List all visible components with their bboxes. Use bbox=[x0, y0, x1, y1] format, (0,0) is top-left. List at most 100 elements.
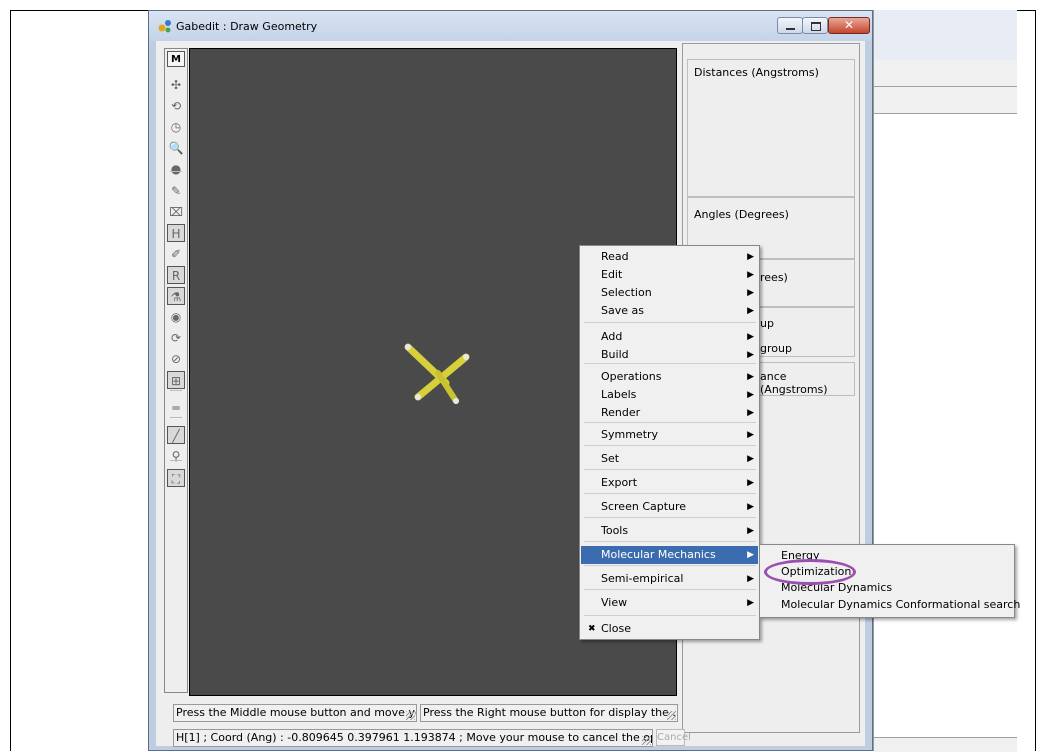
hydrogen-atom bbox=[463, 354, 469, 360]
title-bar[interactable]: Gabedit : Draw Geometry ✕ bbox=[149, 11, 872, 41]
submenu-item-molecular-dynamics-conformational-search[interactable]: Molecular Dynamics Conformational search bbox=[761, 597, 1020, 613]
menu-item-screen-capture[interactable]: Screen Capture ▶ bbox=[581, 498, 758, 516]
menu-item-label: Edit bbox=[601, 268, 623, 281]
tool-scale-button[interactable]: ● bbox=[167, 160, 185, 178]
submenu-arrow-icon: ▶ bbox=[747, 478, 754, 488]
menu-item-label: Selection bbox=[601, 286, 652, 299]
menu-item-label: Tools bbox=[601, 524, 629, 537]
tool-rotate-fragment-button[interactable]: ⟳ bbox=[167, 329, 185, 347]
scale-icon: ● bbox=[170, 162, 182, 176]
submenu-arrow-icon: ▶ bbox=[747, 252, 754, 262]
tool-ball-stick-button[interactable]: ⚲ bbox=[167, 447, 185, 465]
menu-item-molecular-mechanics[interactable]: Molecular Mechanics ▶ bbox=[581, 546, 758, 564]
zoom-icon: 🔍 bbox=[168, 141, 184, 155]
tool-draw-button[interactable]: ✎ bbox=[167, 182, 185, 200]
menu-item-export[interactable]: Export ▶ bbox=[581, 474, 758, 492]
submenu-arrow-icon: ▶ bbox=[747, 332, 754, 342]
gabedit-app-icon bbox=[158, 20, 171, 33]
hydrogen-icon: H bbox=[171, 227, 181, 241]
menu-separator bbox=[584, 565, 756, 566]
delete-icon: ⌧ bbox=[169, 205, 183, 219]
maximize-button[interactable] bbox=[802, 17, 828, 34]
submenu-arrow-icon: ▶ bbox=[747, 306, 754, 316]
menu-item-operations[interactable]: Operations ▶ bbox=[581, 368, 758, 386]
submenu-arrow-icon: ▶ bbox=[747, 270, 754, 280]
menu-item-selection[interactable]: Selection ▶ bbox=[581, 284, 758, 302]
menu-item-save-as[interactable]: Save as ▶ bbox=[581, 302, 758, 320]
annotation-circle bbox=[764, 559, 856, 585]
left-toolbar: M ✣ ⟲ ◷ 🔍 ● ✎ ⌧ H ✐ R ⚗ ◉ ⟳ ⊘ ⊞ ═ ╱ ⚲ ⛶ bbox=[164, 48, 188, 693]
tool-delete-fragment-button[interactable]: ⊘ bbox=[167, 350, 185, 368]
submenu-arrow-icon: ▶ bbox=[747, 454, 754, 464]
menu-item-labels[interactable]: Labels ▶ bbox=[581, 386, 758, 404]
tool-insert-fragment-button[interactable]: ◉ bbox=[167, 308, 185, 326]
minimize-button[interactable] bbox=[777, 17, 803, 34]
background-window-menubar bbox=[874, 60, 1017, 87]
tool-edit-object-button[interactable]: ✐ bbox=[167, 245, 185, 263]
cancel-button[interactable]: Cancel bbox=[656, 729, 691, 746]
angles-label: Angles (Degrees) bbox=[694, 208, 789, 221]
close-window-button[interactable]: ✕ bbox=[828, 17, 870, 34]
menu-separator bbox=[584, 541, 756, 542]
menu-separator bbox=[584, 615, 756, 616]
tool-delete-button[interactable]: ⌧ bbox=[167, 203, 185, 221]
submenu-arrow-icon: ▶ bbox=[747, 350, 754, 360]
tool-replace-button[interactable]: R bbox=[167, 266, 185, 284]
fullscreen-icon: ⛶ bbox=[171, 472, 181, 486]
background-window-toolbar bbox=[874, 87, 1017, 114]
move-fragment-icon: ⊞ bbox=[170, 374, 182, 388]
tool-stick-mode-button[interactable]: ╱ bbox=[167, 426, 185, 444]
menu-separator bbox=[584, 589, 756, 590]
edit-object-icon: ✐ bbox=[170, 247, 182, 261]
menu-item-label: Render bbox=[601, 406, 641, 419]
submenu-arrow-icon: ▶ bbox=[747, 502, 754, 512]
window-title: Gabedit : Draw Geometry bbox=[176, 20, 318, 33]
status-coordinates: H[1] ; Coord (Ang) : -0.809645 0.397961 … bbox=[173, 729, 653, 747]
distances-frame: Distances (Angstroms) bbox=[687, 59, 855, 197]
menu-item-label: Semi-empirical bbox=[601, 572, 684, 585]
distances-label: Distances (Angstroms) bbox=[694, 66, 819, 79]
menu-item-set[interactable]: Set ▶ bbox=[581, 450, 758, 468]
mode-toggle-button[interactable]: M bbox=[167, 51, 185, 67]
tool-atom-fragment-button[interactable]: ⚗ bbox=[167, 287, 185, 305]
submenu-arrow-icon: ▶ bbox=[747, 550, 754, 560]
status-right-hint-text: Press the Right mouse button for display… bbox=[423, 706, 678, 719]
menu-item-tools[interactable]: Tools ▶ bbox=[581, 522, 758, 540]
menu-item-build[interactable]: Build ▶ bbox=[581, 346, 758, 364]
resize-grip-icon bbox=[667, 711, 676, 720]
menu-item-render[interactable]: Render ▶ bbox=[581, 404, 758, 422]
tool-translate-button[interactable]: ✣ bbox=[167, 76, 185, 94]
toolbar-separator bbox=[170, 390, 182, 391]
menu-item-label: Labels bbox=[601, 388, 637, 401]
menu-item-symmetry[interactable]: Symmetry ▶ bbox=[581, 426, 758, 444]
menu-item-view[interactable]: View ▶ bbox=[581, 594, 758, 612]
menu-item-label: Set bbox=[601, 452, 620, 465]
draw-icon: ✎ bbox=[170, 184, 182, 198]
background-window-titlebar bbox=[874, 10, 1017, 60]
tool-bond-button[interactable]: ═ bbox=[167, 399, 185, 417]
atom-fragment-icon: ⚗ bbox=[170, 290, 182, 304]
menu-item-label: Operations bbox=[601, 370, 662, 383]
translate-icon: ✣ bbox=[170, 78, 182, 92]
hydrogen-atom bbox=[405, 344, 411, 350]
distance-label: ance (Angstroms) bbox=[760, 370, 828, 396]
submenu-arrow-icon: ▶ bbox=[747, 526, 754, 536]
background-window bbox=[873, 10, 1017, 752]
close-icon: ✖ bbox=[588, 624, 596, 634]
menu-item-read[interactable]: Read ▶ bbox=[581, 248, 758, 266]
status-middle-hint-text: Press the Middle mouse button and move y… bbox=[176, 706, 417, 719]
delete-fragment-icon: ⊘ bbox=[170, 352, 182, 366]
tool-hydrogen-button[interactable]: H bbox=[167, 224, 185, 242]
menu-item-semi-empirical[interactable]: Semi-empirical ▶ bbox=[581, 570, 758, 588]
rotate-fragment-icon: ⟳ bbox=[170, 331, 182, 345]
tool-move-fragment-button[interactable]: ⊞ bbox=[167, 371, 185, 389]
tool-fullscreen-button[interactable]: ⛶ bbox=[167, 469, 185, 487]
tool-rotate-button[interactable]: ⟲ bbox=[167, 97, 185, 115]
menu-item-label: Save as bbox=[601, 304, 644, 317]
tool-rotate-z-button[interactable]: ◷ bbox=[167, 118, 185, 136]
tool-zoom-button[interactable]: 🔍 bbox=[167, 139, 185, 157]
menu-separator bbox=[584, 422, 756, 423]
menu-item-add[interactable]: Add ▶ bbox=[581, 328, 758, 346]
menu-item-edit[interactable]: Edit ▶ bbox=[581, 266, 758, 284]
menu-item-close[interactable]: ✖ Close bbox=[581, 620, 758, 638]
